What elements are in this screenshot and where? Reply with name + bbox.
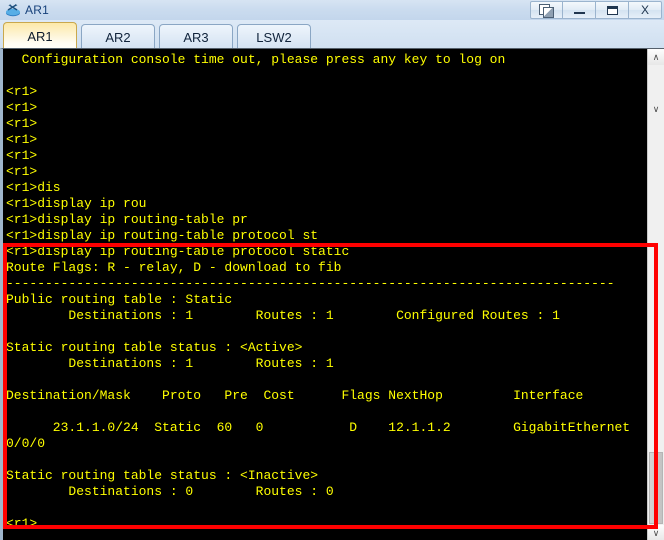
terminal-line: Static routing table status : <Inactive> [6, 468, 319, 483]
minimize-button[interactable] [563, 1, 596, 19]
terminal-line: Public routing table : Static [6, 292, 233, 307]
terminal-scrollbar[interactable]: ∧ ∨ ∨ [647, 49, 664, 540]
terminal-line: <r1>display ip rou [6, 196, 147, 211]
terminal-line: Route Flags: R - relay, D - download to … [6, 260, 342, 275]
tab-label: AR2 [105, 30, 131, 45]
tab-label: LSW2 [256, 30, 292, 45]
tab-label: AR1 [27, 29, 53, 44]
minimize-icon [573, 12, 585, 14]
window-title: AR1 [25, 3, 49, 17]
router-icon [4, 2, 22, 18]
terminal-panel: Configuration console time out, please p… [0, 48, 664, 540]
terminal-line: <r1> [6, 132, 38, 147]
close-icon: X [640, 3, 649, 17]
title-bar: AR1 X [0, 0, 664, 20]
terminal-line: Destinations : 1 Routes : 1 [6, 356, 334, 371]
scroll-down-button[interactable]: ∨ [648, 525, 664, 540]
terminal-line: <r1> [6, 100, 38, 115]
terminal-line: <r1>display ip routing-table protocol st… [6, 244, 350, 259]
restore-icon [539, 3, 554, 18]
terminal-line: Destination/Mask Proto Pre Cost Flags Ne… [6, 388, 584, 403]
maximize-button[interactable] [596, 1, 629, 19]
terminal-line: Destinations : 1 Routes : 1 Configured R… [6, 308, 560, 323]
terminal-line: Configuration console time out, please p… [6, 52, 506, 67]
scroll-mid-marker: ∨ [652, 103, 660, 114]
terminal-line: 0/0/0 [6, 436, 46, 451]
terminal-line: <r1> [6, 516, 38, 531]
router-cli-window: AR1 X AR1 AR2 AR3 LSW2 Configuration con… [0, 0, 664, 540]
device-tab-strip: AR1 AR2 AR3 LSW2 [0, 20, 664, 50]
scrollbar-thumb[interactable] [649, 452, 663, 524]
tab-ar3[interactable]: AR3 [159, 24, 233, 50]
tab-ar2[interactable]: AR2 [81, 24, 155, 50]
maximize-icon [606, 5, 618, 15]
restore-button[interactable] [530, 1, 563, 19]
terminal-line: <r1> [6, 164, 38, 179]
scroll-up-button[interactable]: ∧ [648, 49, 664, 65]
tab-lsw2[interactable]: LSW2 [237, 24, 311, 50]
terminal-line: ----------------------------------------… [6, 276, 615, 291]
close-button[interactable]: X [629, 1, 662, 19]
terminal-line: <r1> [6, 148, 38, 163]
terminal-line: <r1> [6, 84, 38, 99]
terminal-line: <r1> [6, 116, 38, 131]
terminal-line: <r1>display ip routing-table pr [6, 212, 248, 227]
terminal-line: 23.1.1.0/24 Static 60 0 D 12.1.1.2 Gigab… [6, 420, 631, 435]
tab-label: AR3 [183, 30, 209, 45]
terminal-line: <r1>display ip routing-table protocol st [6, 228, 319, 243]
terminal-line: Destinations : 0 Routes : 0 [6, 484, 334, 499]
terminal-line: <r1>dis [6, 180, 61, 195]
terminal-output[interactable]: Configuration console time out, please p… [3, 49, 647, 540]
terminal-line: Static routing table status : <Active> [6, 340, 303, 355]
tab-ar1[interactable]: AR1 [3, 22, 77, 50]
window-controls: X [530, 0, 662, 20]
